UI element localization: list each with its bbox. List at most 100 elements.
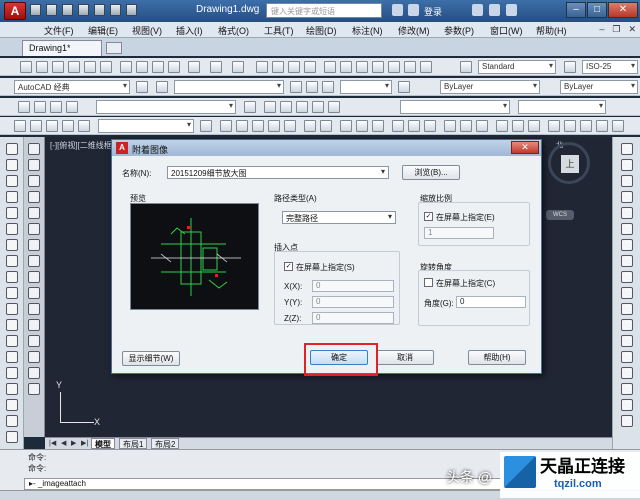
- dimension-arc-icon[interactable]: [296, 101, 308, 113]
- viewcube-face[interactable]: 上: [561, 155, 579, 173]
- region-icon[interactable]: [6, 399, 18, 411]
- properties-icon[interactable]: [324, 61, 336, 73]
- redo-icon[interactable]: [126, 4, 137, 16]
- dim-style-icon[interactable]: [564, 61, 576, 73]
- cancel-button[interactable]: 取消: [376, 350, 434, 365]
- menu-tools[interactable]: 工具(T): [264, 24, 294, 37]
- ucs-world-icon[interactable]: [30, 120, 42, 132]
- layout-nav-first[interactable]: |◀: [49, 439, 56, 447]
- match-properties-icon[interactable]: [168, 61, 180, 73]
- quick-dim-icon[interactable]: [621, 271, 633, 283]
- layout-nav-prev[interactable]: ◀: [61, 439, 66, 447]
- realistic-icon[interactable]: [408, 120, 420, 132]
- layer-match-icon[interactable]: [244, 101, 256, 113]
- explode-icon[interactable]: [28, 383, 40, 395]
- sun-icon[interactable]: [596, 120, 608, 132]
- save-icon[interactable]: [52, 61, 64, 73]
- walk-icon[interactable]: [512, 120, 524, 132]
- minimize-button[interactable]: –: [566, 2, 586, 18]
- polygon-icon[interactable]: [6, 191, 18, 203]
- box-icon[interactable]: [200, 120, 212, 132]
- menu-help[interactable]: 帮助(H): [536, 24, 567, 37]
- layer-on-icon[interactable]: [34, 101, 46, 113]
- layer-select[interactable]: [174, 80, 284, 94]
- angle-field[interactable]: 0: [456, 296, 526, 308]
- dim-space-icon[interactable]: [621, 319, 633, 331]
- ucs-select[interactable]: [98, 119, 194, 133]
- ucs-icon[interactable]: [14, 120, 26, 132]
- dim-baseline-icon[interactable]: [621, 287, 633, 299]
- menu-window[interactable]: 窗口(W): [490, 24, 523, 37]
- mtext-icon[interactable]: [6, 431, 18, 443]
- environment-icon[interactable]: [612, 120, 624, 132]
- stretch-icon[interactable]: [28, 271, 40, 283]
- help-icon[interactable]: [420, 61, 432, 73]
- close-button[interactable]: ✕: [608, 2, 638, 18]
- workspace-settings-icon[interactable]: [136, 81, 148, 93]
- rotate-icon[interactable]: [28, 239, 40, 251]
- plot-style-select[interactable]: [518, 100, 606, 114]
- break-icon[interactable]: [28, 319, 40, 331]
- menu-file[interactable]: 文件(F): [44, 24, 74, 37]
- login-link[interactable]: 登录: [424, 5, 442, 18]
- menu-modify[interactable]: 修改(M): [398, 24, 430, 37]
- copy-icon[interactable]: [136, 61, 148, 73]
- text-style-select[interactable]: Standard: [478, 60, 556, 74]
- tab-model[interactable]: 模型: [91, 438, 115, 449]
- ellipse-icon[interactable]: [6, 287, 18, 299]
- scale-icon[interactable]: [28, 255, 40, 267]
- light-icon[interactable]: [564, 120, 576, 132]
- spline-icon[interactable]: [6, 271, 18, 283]
- linetype-select[interactable]: ByLayer: [560, 80, 638, 94]
- intersect-icon[interactable]: [372, 120, 384, 132]
- tool-palettes-icon[interactable]: [356, 61, 368, 73]
- preview-icon[interactable]: [84, 61, 96, 73]
- menu-edit[interactable]: 编辑(E): [88, 24, 118, 37]
- rotation-onscreen-checkbox[interactable]: [424, 278, 433, 287]
- layer-state-icon[interactable]: [156, 81, 168, 93]
- redo-icon[interactable]: [232, 61, 244, 73]
- dim-angular-icon[interactable]: [621, 255, 633, 267]
- tolerance-icon[interactable]: [621, 351, 633, 363]
- layout-nav-last[interactable]: ▶|: [81, 439, 88, 447]
- arc-icon[interactable]: [6, 223, 18, 235]
- layout-nav-next[interactable]: ▶: [71, 439, 76, 447]
- dimension-radius-icon[interactable]: [328, 101, 340, 113]
- name-select[interactable]: 20151209细节放大图: [167, 166, 389, 179]
- scale-field[interactable]: 1: [424, 227, 494, 239]
- dim-continue-icon[interactable]: [621, 303, 633, 315]
- copy-object-icon[interactable]: [28, 159, 40, 171]
- open-icon[interactable]: [36, 61, 48, 73]
- dim-diameter-icon[interactable]: [621, 239, 633, 251]
- layer-isolate-icon[interactable]: [322, 81, 334, 93]
- rectangle-icon[interactable]: [6, 207, 18, 219]
- fillet-icon[interactable]: [28, 367, 40, 379]
- ellipse-arc-icon[interactable]: [6, 303, 18, 315]
- line-icon[interactable]: [6, 143, 18, 155]
- plot-icon[interactable]: [68, 61, 80, 73]
- sheet-set-icon[interactable]: [372, 61, 384, 73]
- menu-insert[interactable]: 插入(I): [176, 24, 203, 37]
- array-icon[interactable]: [28, 207, 40, 219]
- cylinder-icon[interactable]: [236, 120, 248, 132]
- undo-icon[interactable]: [210, 61, 222, 73]
- tab-layout2[interactable]: 布局2: [151, 438, 180, 449]
- color-icon[interactable]: [398, 81, 410, 93]
- viewcube[interactable]: 上: [548, 142, 590, 184]
- menu-parametric[interactable]: 参数(P): [444, 24, 474, 37]
- visual-style-icon[interactable]: [392, 120, 404, 132]
- join-icon[interactable]: [28, 335, 40, 347]
- mdi-close-button[interactable]: ✕: [628, 24, 636, 35]
- dialog-title-bar[interactable]: A 附着图像 ✕: [112, 140, 541, 156]
- markup-icon[interactable]: [388, 61, 400, 73]
- application-menu-button[interactable]: A: [4, 2, 26, 20]
- layer-control-select[interactable]: [96, 100, 236, 114]
- cut-icon[interactable]: [120, 61, 132, 73]
- path-type-select[interactable]: 完整路径: [282, 211, 396, 224]
- dim-linear-icon[interactable]: [621, 143, 633, 155]
- point-icon[interactable]: [6, 351, 18, 363]
- print-icon[interactable]: [94, 4, 105, 16]
- zoom-previous-icon[interactable]: [304, 61, 316, 73]
- layer-current-icon[interactable]: [290, 81, 302, 93]
- mdi-restore-button[interactable]: ❐: [612, 24, 620, 35]
